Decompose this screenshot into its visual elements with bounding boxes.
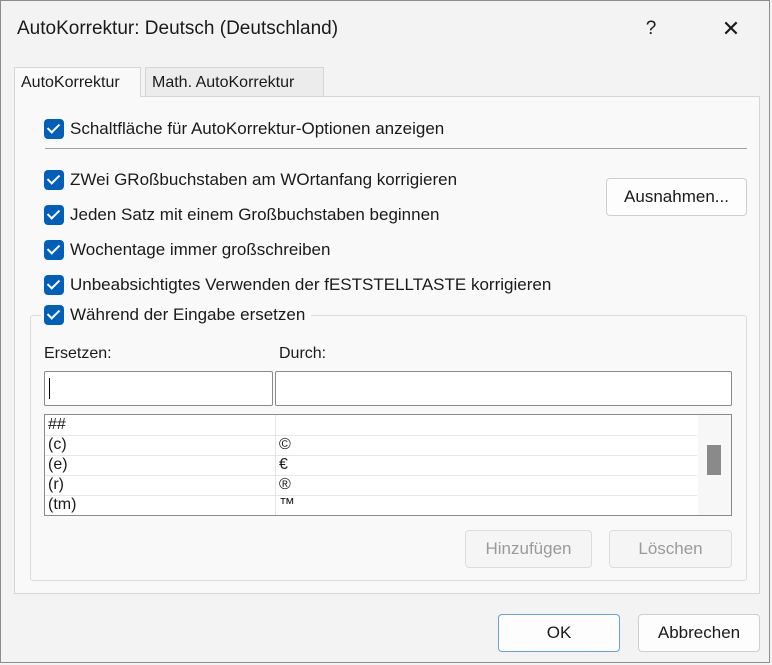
list-item-from: (r) [48,476,64,493]
list-item[interactable]: (c) © [45,435,697,456]
text-caret [49,378,50,399]
replace-typing-label: Während der Eingabe ersetzen [70,305,306,324]
list-item-from: (c) [48,436,67,453]
list-item-to: € [279,456,288,473]
replace-label: Ersetzen: [44,345,112,362]
list-item-to: © [279,436,291,453]
list-item-from: ## [48,416,66,433]
exceptions-button[interactable]: Ausnahmen... [606,178,747,216]
replacement-list[interactable]: ## (c) © (e) € (r) ® (tm) ™ [44,414,732,516]
title-bar: AutoKorrektur: Deutsch (Deutschland) ? ✕ [1,1,769,57]
scroll-thumb[interactable] [707,445,721,475]
list-item-to: ™ [279,496,295,513]
sentence-cap-checkbox[interactable] [44,205,64,225]
tab-panel: Schaltfläche für AutoKorrektur-Optionen … [14,96,760,594]
ok-button[interactable]: OK [498,614,620,652]
sentence-cap-label: Jeden Satz mit einem Großbuchstaben begi… [70,205,440,224]
replace-typing-checkbox[interactable] [44,305,64,325]
close-icon[interactable]: ✕ [707,11,755,47]
tab-math-autocorrect[interactable]: Math. AutoKorrektur [145,67,324,96]
list-item[interactable]: (tm) ™ [45,495,697,515]
separator [45,148,747,149]
replace-legend: Während der Eingabe ersetzen [41,303,312,327]
with-label: Durch: [279,345,327,362]
list-scrollbar[interactable] [698,415,731,515]
capslock-label: Unbeabsichtigtes Verwenden der fESTSTELL… [70,275,552,294]
list-item[interactable]: (e) € [45,455,697,476]
help-button[interactable]: ? [631,11,671,47]
dialog-title: AutoKorrektur: Deutsch (Deutschland) [17,18,339,39]
weekdays-label: Wochentage immer großschreiben [70,240,331,259]
cancel-button[interactable]: Abbrechen [638,614,760,652]
delete-button[interactable]: Löschen [609,530,732,568]
show-buttons-checkbox[interactable] [44,119,64,139]
list-item[interactable]: (r) ® [45,475,697,496]
add-button[interactable]: Hinzufügen [465,530,592,568]
two-caps-checkbox[interactable] [44,170,64,190]
capslock-checkbox[interactable] [44,275,64,295]
list-item-from: (e) [48,456,68,473]
with-input[interactable] [275,371,732,406]
replace-input[interactable] [44,371,273,406]
two-caps-label: ZWei GRoßbuchstaben am WOrtanfang korrig… [70,170,458,189]
autocorrect-dialog: AutoKorrektur: Deutsch (Deutschland) ? ✕… [0,0,770,663]
show-buttons-label: Schaltfläche für AutoKorrektur-Optionen … [70,119,445,138]
tab-autocorrect[interactable]: AutoKorrektur [14,67,141,97]
list-item-to: ® [279,476,291,493]
list-item-from: (tm) [48,496,77,513]
list-item[interactable]: ## [45,415,697,436]
weekdays-checkbox[interactable] [44,240,64,260]
